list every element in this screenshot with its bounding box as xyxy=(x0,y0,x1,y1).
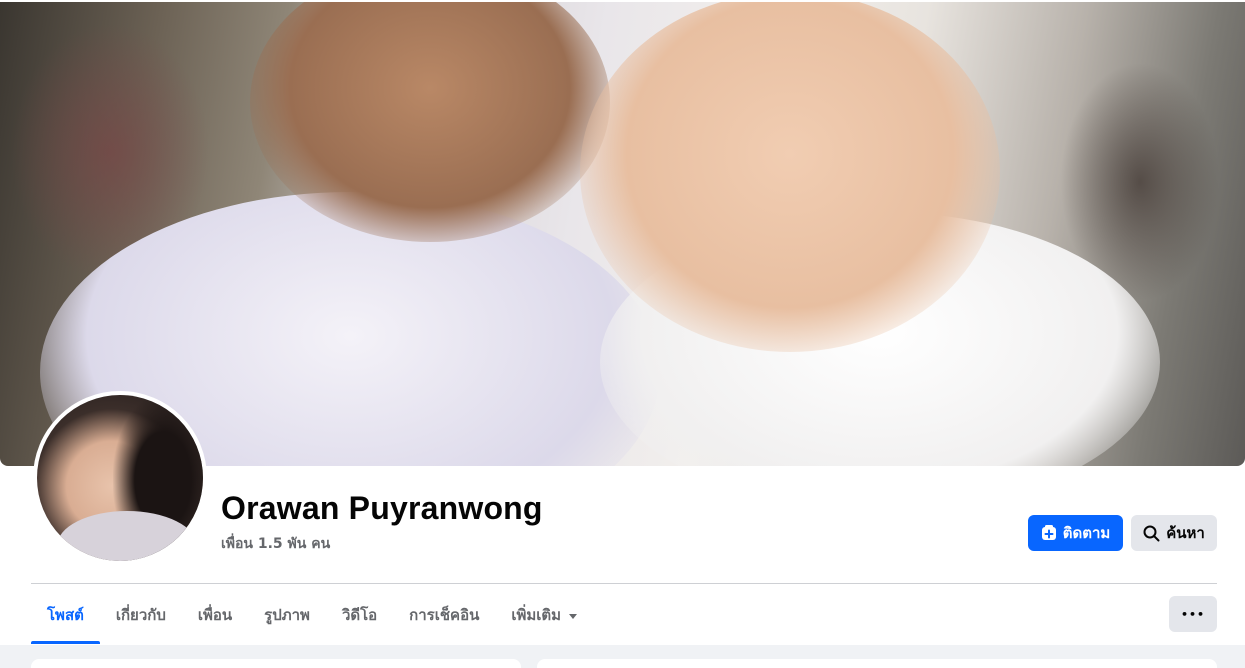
tab-more[interactable]: เพิ่มเติม xyxy=(495,586,593,644)
profile-name: Orawan Puyranwong xyxy=(221,490,543,526)
more-dots-icon: ••• xyxy=(1180,607,1206,621)
intro-card xyxy=(31,659,521,668)
search-button[interactable]: ค้นหา xyxy=(1131,515,1217,551)
friends-count[interactable]: เพื่อน 1.5 พัน คน xyxy=(221,533,330,555)
search-icon xyxy=(1143,525,1160,541)
posts-card xyxy=(537,659,1217,668)
follow-icon xyxy=(1041,525,1056,540)
profile-tabs: โพสต์ เกี่ยวกับ เพื่อน รูปภาพ วิดีโอ การ… xyxy=(31,586,593,644)
profile-avatar[interactable] xyxy=(33,391,207,565)
follow-button[interactable]: ติดตาม xyxy=(1028,515,1123,551)
tab-photos[interactable]: รูปภาพ xyxy=(248,586,326,644)
tab-videos[interactable]: วิดีโอ xyxy=(326,586,393,644)
search-label: ค้นหา xyxy=(1166,524,1205,542)
follow-label: ติดตาม xyxy=(1062,524,1111,542)
tab-about[interactable]: เกี่ยวกับ xyxy=(100,586,182,644)
tab-friends[interactable]: เพื่อน xyxy=(182,586,248,644)
header-divider xyxy=(31,583,1217,584)
caret-down-icon xyxy=(569,613,578,619)
more-options-button[interactable]: ••• xyxy=(1169,596,1217,632)
tab-checkins[interactable]: การเช็คอิน xyxy=(393,586,495,644)
profile-page: Orawan Puyranwong เพื่อน 1.5 พัน คน ติดต… xyxy=(0,0,1245,668)
tab-posts[interactable]: โพสต์ xyxy=(31,586,100,644)
